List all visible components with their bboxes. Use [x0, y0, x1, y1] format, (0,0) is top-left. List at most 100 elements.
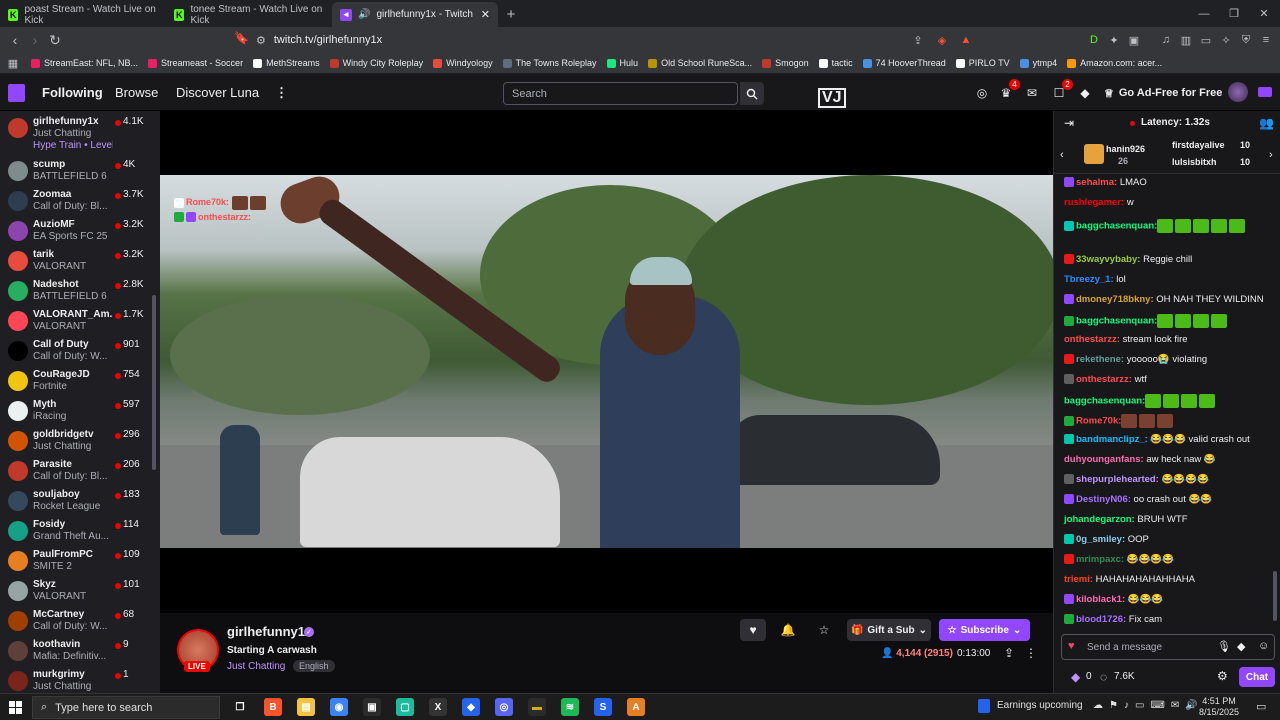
spotify-icon[interactable]: ≋	[561, 698, 579, 716]
close-tab-icon[interactable]: ✕	[481, 8, 490, 21]
sidebar-channel[interactable]: tarik VALORANT 3.2K	[0, 246, 152, 276]
bookmark-item[interactable]: Smogon	[757, 58, 814, 68]
leo-icon[interactable]: ✧	[1217, 31, 1235, 49]
turbo-icon[interactable]	[1258, 87, 1272, 97]
sidebar-channel[interactable]: Parasite Call of Duty: Bl... 206	[0, 456, 152, 486]
chat-username[interactable]: duhyounganfans:	[1064, 454, 1144, 465]
chat-username[interactable]: johandegarzon:	[1064, 514, 1135, 525]
bookmark-item[interactable]: Windy City Roleplay	[325, 58, 429, 68]
gift-sub-button[interactable]: 🎁 Gift a Sub ⌄	[847, 619, 931, 641]
sidebar-scrollbar[interactable]	[152, 295, 156, 470]
sidebar-channel[interactable]: McCartney Call of Duty: W... 68	[0, 606, 152, 636]
brave-rewards-icon[interactable]: ▲	[957, 31, 975, 49]
user-avatar[interactable]	[1228, 82, 1248, 102]
url-field[interactable]: ⚙ twitch.tv/girlhefunny1x	[256, 29, 976, 51]
sidebar-channel[interactable]: murkgrimy Just Chatting 1	[0, 666, 152, 693]
bookmark-item[interactable]: StreamEast: NFL, NB...	[26, 58, 143, 68]
heart-icon[interactable]: ♥	[1068, 640, 1075, 652]
task-view-icon[interactable]: ❐	[231, 698, 249, 716]
notifications-icon[interactable]: ☐ 2	[1051, 79, 1073, 101]
microphone-icon[interactable]: 🎙	[1217, 640, 1231, 653]
activity-feed-icon[interactable]: ◎	[974, 85, 990, 101]
brave-shields-icon[interactable]: ◈	[933, 31, 951, 49]
windows-start-icon[interactable]	[9, 701, 22, 714]
chevron-right-icon[interactable]: ›	[1269, 149, 1273, 161]
chat-username[interactable]: Rome70k:	[1076, 416, 1121, 427]
extension-icon[interactable]: ✦	[1105, 31, 1123, 49]
chat-username[interactable]: Tbreezy_1:	[1064, 274, 1114, 285]
back-button[interactable]: ‹	[5, 29, 25, 51]
sidebar-icon[interactable]: ▥	[1177, 31, 1195, 49]
bookmark-item[interactable]: Windyology	[428, 58, 498, 68]
twitch-logo-icon[interactable]	[8, 84, 25, 102]
sidebar-channel[interactable]: scump BATTLEFIELD 6 4K	[0, 156, 152, 186]
bookmark-item[interactable]: 74 HooverThread	[858, 58, 951, 68]
chat-username[interactable]: DestinyN06:	[1076, 494, 1131, 505]
chat-username[interactable]: 0g_smiley:	[1076, 534, 1125, 545]
chat-username[interactable]: baggchasenquan:	[1064, 396, 1145, 407]
sidebar-channel[interactable]: Call of Duty Call of Duty: W... 901	[0, 336, 152, 366]
chat-username[interactable]: kiloblack1:	[1076, 594, 1125, 605]
system-tray-icons[interactable]: ☁⚑♪▭⌨✉🔊	[1093, 700, 1204, 711]
sidebar-channel[interactable]: AuzioMF EA Sports FC 25 3.2K	[0, 216, 152, 246]
media-icon[interactable]: ♫	[1157, 31, 1175, 49]
screenshot-icon[interactable]: ▣	[1125, 31, 1143, 49]
whispers-icon[interactable]: ✉	[1024, 85, 1040, 101]
bookmark-item[interactable]: MethStreams	[248, 58, 325, 68]
x-app-icon[interactable]: X	[429, 698, 447, 716]
chat-username[interactable]: mrimpaxc:	[1076, 554, 1124, 565]
go-ad-free-button[interactable]: ♕ Go Ad-Free for Free	[1104, 82, 1222, 104]
forward-button[interactable]: ›	[25, 29, 45, 51]
more-options-icon[interactable]: ⋮	[275, 85, 288, 101]
taskbar-news[interactable]: Earnings upcoming	[997, 700, 1083, 711]
chat-username[interactable]: 33wayvybaby:	[1076, 254, 1140, 265]
collapse-chat-icon[interactable]: ⇥	[1064, 116, 1074, 130]
bookmark-item[interactable]: Streameast - Soccer	[143, 58, 248, 68]
channel-points-icon[interactable]: ◌	[1100, 670, 1107, 684]
browser-tab-twitch[interactable]: ◂ 🔊 girlhefunny1x - Twitch ✕	[332, 2, 498, 27]
reload-button[interactable]: ↻	[45, 29, 65, 51]
settings-gear-icon[interactable]: ⚙	[1217, 669, 1228, 683]
bits-icon[interactable]: ◆	[1071, 670, 1080, 684]
news-icon[interactable]	[978, 699, 990, 713]
chat-username[interactable]: rushlegamer:	[1064, 197, 1124, 208]
chat-input[interactable]: ♥ Send a message 🎙 ◆ ☺	[1061, 634, 1275, 660]
chat-username[interactable]: bandmanclipz_:	[1076, 434, 1148, 445]
sidebar-channel[interactable]: souljaboy Rocket League 183	[0, 486, 152, 516]
sidebar-channel[interactable]: Myth iRacing 597	[0, 396, 152, 426]
menu-icon[interactable]: ≡	[1257, 31, 1275, 49]
bookmark-item[interactable]: ytmp4	[1015, 58, 1063, 68]
follow-heart-button[interactable]: ♥	[740, 619, 766, 641]
restore-button[interactable]: ❐	[1218, 0, 1250, 27]
site-info-icon[interactable]: ⚙	[256, 34, 266, 47]
new-tab-button[interactable]: +	[498, 2, 524, 27]
bookmark-item[interactable]: PIRLO TV	[951, 58, 1015, 68]
notification-bell-button[interactable]: 🔔	[775, 619, 801, 641]
app-icon[interactable]: ▬	[528, 698, 546, 716]
brave-browser-icon[interactable]: B	[264, 698, 282, 716]
streamer-name[interactable]: girlhefunny1x	[227, 624, 312, 639]
chat-username[interactable]: baggchasenquan:	[1076, 221, 1157, 232]
app-icon[interactable]: ◆	[462, 698, 480, 716]
favorite-star-button[interactable]: ☆	[811, 619, 837, 641]
sidebar-channel[interactable]: Fosidy Grand Theft Au... 114	[0, 516, 152, 546]
chat-username[interactable]: shepurplehearted:	[1076, 474, 1159, 485]
chat-send-button[interactable]: Chat	[1239, 667, 1275, 687]
minimize-button[interactable]: —	[1188, 0, 1220, 27]
sidebar-channel[interactable]: CouRageJD Fortnite 754	[0, 366, 152, 396]
sidebar-channel[interactable]: VALORANT_Am... VALORANT 1.7K	[0, 306, 152, 336]
chat-username[interactable]: baggchasenquan:	[1076, 316, 1157, 327]
bookmark-item[interactable]: Amazon.com: acer...	[1062, 58, 1167, 68]
sidebar-channel[interactable]: goldbridgetv Just Chatting 296	[0, 426, 152, 456]
skype-icon[interactable]: S	[594, 698, 612, 716]
users-icon[interactable]: 👥	[1259, 116, 1274, 130]
prime-loot-icon[interactable]: ♛ 4	[998, 79, 1020, 101]
chat-username[interactable]: sehalma:	[1076, 177, 1117, 188]
chat-scrollbar[interactable]	[1273, 571, 1277, 621]
bookmark-item[interactable]: Hulu	[602, 58, 644, 68]
bookmark-item[interactable]: Old School RuneSca...	[643, 58, 757, 68]
sidebar-channel[interactable]: girlhefunny1x Just Chatting 4.1K Hype Train…	[0, 113, 152, 151]
chat-username[interactable]: onthestarzz:	[1076, 374, 1132, 385]
more-options-icon[interactable]: ⋮	[1018, 645, 1044, 661]
app-icon[interactable]: A	[627, 698, 645, 716]
